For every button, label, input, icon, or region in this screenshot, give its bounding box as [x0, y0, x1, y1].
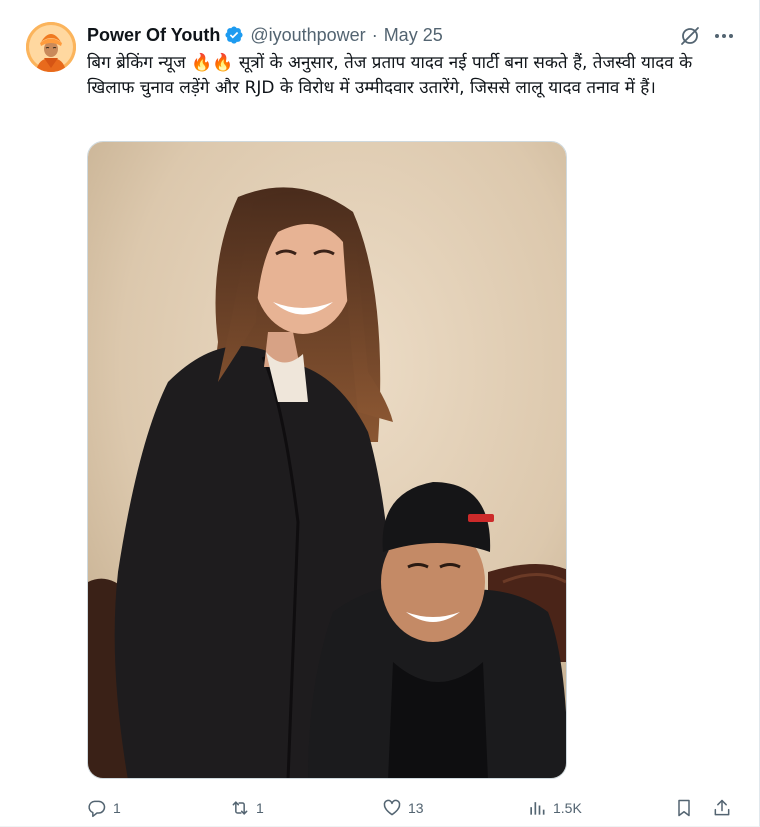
repost-icon [232, 801, 248, 815]
action-bar: 1 1 13 1.5K [87, 794, 737, 822]
like-icon [383, 799, 401, 816]
reply-count: 1 [113, 800, 121, 816]
like-button[interactable]: 13 [382, 794, 424, 822]
display-name[interactable]: Power Of Youth [87, 25, 220, 46]
views-icon [530, 802, 545, 815]
tweet-header: Power Of Youth @iyouthpower · May 25 [87, 22, 443, 48]
reply-icon [88, 800, 106, 818]
tweet-photo[interactable] [87, 141, 567, 779]
more-icon[interactable] [712, 24, 736, 48]
avatar-illustration [26, 22, 76, 72]
handle[interactable]: @iyouthpower [250, 25, 365, 46]
photo-image [88, 142, 566, 778]
like-count: 13 [408, 800, 424, 816]
views-count: 1.5K [553, 800, 582, 816]
bookmark-icon [678, 799, 690, 817]
avatar[interactable] [26, 22, 76, 72]
share-icon [714, 799, 730, 816]
repost-count: 1 [256, 800, 264, 816]
bookmark-button[interactable] [674, 794, 700, 822]
repost-button[interactable]: 1 [230, 794, 264, 822]
tweet-card[interactable]: Power Of Youth @iyouthpower · May 25 बिग… [0, 0, 760, 827]
separator: · [371, 24, 378, 45]
tweet-text: बिग ब्रेकिंग न्यूज 🔥🔥 सूत्रों के अनुसार,… [87, 53, 693, 98]
reply-button[interactable]: 1 [87, 794, 121, 822]
views-button[interactable]: 1.5K [527, 794, 582, 822]
share-button[interactable] [712, 794, 738, 822]
verified-badge-icon [224, 25, 244, 45]
timestamp[interactable]: May 25 [384, 25, 443, 46]
grok-icon[interactable] [678, 24, 702, 48]
